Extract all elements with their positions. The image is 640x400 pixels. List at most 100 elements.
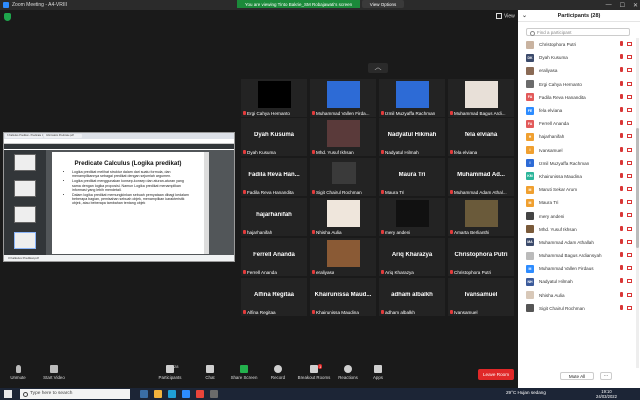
tile-display-name: Khairunissa Maud... <box>314 292 372 298</box>
participant-row[interactable]: Nhisha Aulia <box>518 289 634 302</box>
microphone-muted-icon <box>620 238 623 244</box>
task-view-icon[interactable] <box>140 390 148 398</box>
video-tile-yusuf[interactable]: Mhd. Yusuf Ikhsan <box>309 117 377 157</box>
view-button[interactable]: View <box>496 13 515 19</box>
video-tile-adam[interactable]: Muhammad Ad... Muhammad Adam Athal... <box>447 157 515 197</box>
shield-icon[interactable] <box>4 13 11 21</box>
video-tile-fadila[interactable]: Fadila Reva Han... Fadila Reva Hanandita <box>240 157 308 197</box>
video-tile-fela[interactable]: fela elviana fela elviana <box>447 117 515 157</box>
participant-scrollbar[interactable] <box>636 38 639 368</box>
taskbar-search-input[interactable]: Type here to search <box>20 389 130 399</box>
view-options-button[interactable]: View Options <box>362 0 404 8</box>
participant-row[interactable]: Mhd. Yusuf Ikhsan <box>518 223 634 236</box>
participant-video <box>327 200 360 227</box>
participant-row[interactable]: Christophora Putri <box>518 38 634 51</box>
record-button[interactable]: Record <box>260 365 296 380</box>
video-tile-dyah[interactable]: Dyah Kusuma Dyah Kusuma <box>240 117 308 157</box>
mute-all-button[interactable]: Mute All <box>560 372 594 380</box>
video-tile-khairunissa[interactable]: Khairunissa Maud... Khairunissa Maudina <box>309 277 377 317</box>
video-tile-izmil[interactable]: Izmil Muzyaffa Rachman <box>378 78 446 118</box>
edge-icon[interactable] <box>168 390 176 398</box>
video-tile-ferrell[interactable]: Ferrell Ananda Ferrell Ananda <box>240 237 308 277</box>
record-icon <box>274 365 282 373</box>
taskbar-clock[interactable]: 19:10 24/03/2022 <box>596 389 617 399</box>
participant-video <box>465 200 498 227</box>
video-tile-vallen[interactable]: Muhammad Vallen Firda... <box>309 78 377 118</box>
participant-row[interactable]: I Ivansamuel <box>518 144 634 157</box>
unmute-button[interactable]: Unmute <box>0 365 36 380</box>
minimize-icon[interactable]: — <box>606 2 612 8</box>
windows-start-icon[interactable] <box>4 390 12 398</box>
video-tile-ivan[interactable]: Ivansamuel Ivansamuel <box>447 277 515 317</box>
video-tile-hajar[interactable]: hajarhanifah hajarhanifah <box>240 197 308 237</box>
participant-row[interactable]: M Maruti Sekar Arum <box>518 183 634 196</box>
microphone-muted-icon <box>450 190 453 194</box>
store-icon[interactable] <box>210 390 218 398</box>
participant-row[interactable]: eraliyasa <box>518 64 634 77</box>
video-tile-eraliyasa[interactable]: eraliyasa <box>309 237 377 277</box>
chrome-icon[interactable] <box>196 390 204 398</box>
participant-row[interactable]: Hhajarhanifah <box>518 130 634 143</box>
share-screen-button[interactable]: Share Screen <box>226 365 262 380</box>
microphone-muted-icon <box>620 159 623 165</box>
video-tile-ariq[interactable]: Ariq Kharazya Ariq Kharazya <box>378 237 446 277</box>
microphone-muted-icon <box>381 270 384 274</box>
video-camera-off-icon <box>627 68 632 73</box>
gallery-scroll-up-button[interactable]: ︿ <box>368 63 388 73</box>
maximize-icon[interactable]: ☐ <box>620 2 625 9</box>
participant-row[interactable]: M Muhammad Vallen Firdaus <box>518 262 634 275</box>
video-tile-maura[interactable]: Maura Tri Maura Tri <box>378 157 446 197</box>
video-tile-alfina[interactable]: Alfina Regitaa Alfina Regitaa <box>240 277 308 317</box>
chat-button[interactable]: Chat <box>192 365 228 380</box>
video-tile-bagus[interactable]: Muhammad Bagus Ardi... <box>447 78 515 118</box>
participant-row[interactable]: DK Dyah Kusuma <box>518 51 634 64</box>
participant-row[interactable]: NH Nadyatul Hilmah <box>518 275 634 288</box>
video-tile-ergi[interactable]: Ergi Cahya Hernanto <box>240 78 308 118</box>
participant-row[interactable]: Sigit Chairul Rochman <box>518 302 634 315</box>
video-tile-sigit[interactable]: Sigit Chairul Rochman <box>309 157 377 197</box>
video-tile-amarta[interactable]: Amarta Berlianthi <box>447 197 515 237</box>
close-icon[interactable]: ✕ <box>633 2 638 9</box>
avatar: I <box>526 159 534 168</box>
participant-row[interactable]: KM Khairunissa Maudina <box>518 170 634 183</box>
participant-row[interactable]: MA Muhammad Adam Athallah <box>518 236 634 249</box>
meeting-toolbar: Unmute Start Video 28 Participants Chat … <box>0 363 518 388</box>
video-tile-nadyatul[interactable]: Nadyatul Hikmah Nadyatul Hilmah <box>378 117 446 157</box>
participant-row[interactable]: FA Fadila Reva Hanandita <box>518 91 634 104</box>
participant-row[interactable]: FA Ferrell Ananda <box>518 117 634 130</box>
participant-row[interactable]: mery andeni <box>518 209 634 222</box>
chevron-down-icon[interactable]: ⌄ <box>522 10 527 22</box>
zoom-taskbar-icon[interactable] <box>182 390 190 398</box>
weather-widget[interactable]: 29°C Hujan sedang <box>506 390 546 395</box>
microphone-muted-icon <box>312 111 315 115</box>
video-tile-mery[interactable]: mery andeni <box>378 197 446 237</box>
more-options-button[interactable]: ... <box>600 372 612 380</box>
file-explorer-icon[interactable] <box>154 390 162 398</box>
participant-row[interactable]: FE fela elviana <box>518 104 634 117</box>
participant-row[interactable]: I Izmil Muzyaffa Rachman <box>518 157 634 170</box>
video-tile-nhisha[interactable]: Nhisha Aulia <box>309 197 377 237</box>
avatar: M <box>526 198 534 207</box>
tile-display-name: Ivansamuel <box>464 292 498 298</box>
microphone-muted-icon <box>620 304 623 310</box>
video-tile-adham[interactable]: adham albalkh adham albalkh <box>378 277 446 317</box>
participant-video <box>396 200 429 227</box>
participant-row[interactable]: M Maura Tri <box>518 196 634 209</box>
leave-room-button[interactable]: Leave Room <box>478 369 514 380</box>
participant-row[interactable]: Ergi Cahya Hernanto <box>518 78 634 91</box>
participants-button[interactable]: 28 Participants <box>152 364 188 380</box>
participant-row[interactable]: Muhammad Bagus Ardiansyah <box>518 249 634 262</box>
breakout-rooms-button[interactable]: 1 Breakout Rooms <box>296 364 332 380</box>
tile-name-tag: eraliyasa <box>312 269 334 275</box>
video-tile-christophora[interactable]: Christophora Putri Christophora Putri <box>447 237 515 277</box>
tile-participant-name: hajarhanifah <box>247 229 273 235</box>
microphone-muted-icon <box>243 310 246 314</box>
video-camera-off-icon <box>627 253 632 257</box>
participant-video <box>332 162 356 184</box>
microphone-muted-icon <box>381 111 384 115</box>
participant-search-input[interactable]: Find a participant <box>526 28 630 36</box>
start-video-button[interactable]: Start Video <box>36 365 72 380</box>
apps-button[interactable]: Apps <box>360 365 396 380</box>
tile-participant-name: Muhammad Bagus Ardi... <box>454 110 506 116</box>
microphone-muted-icon <box>15 365 21 373</box>
